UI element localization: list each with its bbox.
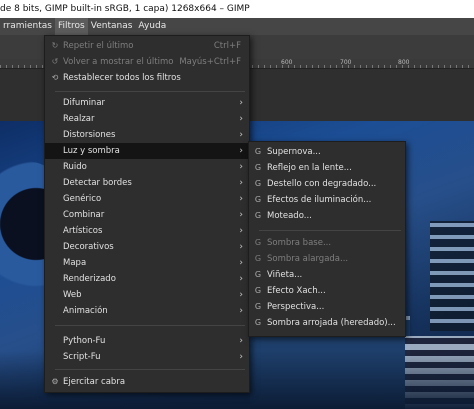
menu-item-sombra-alargada[interactable]: G Sombra alargada... [249,251,405,267]
menu-item-script-fu[interactable]: Script-Fu › [45,349,249,365]
menu-item-efectos-iluminacion[interactable]: G Efectos de iluminación... [249,192,405,208]
menu-item-vineta[interactable]: G Viñeta... [249,267,405,283]
chevron-right-icon: › [239,242,243,252]
menu-ayuda[interactable]: Ayuda [135,18,169,35]
gegl-icon: G [254,270,262,279]
menu-item-animacion[interactable]: Animación › [45,303,249,319]
chevron-right-icon: › [239,226,243,236]
menu-item-ruido[interactable]: Ruido › [45,159,249,175]
reshow-icon: ↺ [51,57,59,66]
gegl-icon: G [254,238,262,247]
chevron-right-icon: › [239,336,243,346]
chevron-right-icon: › [239,130,243,140]
menu-item-artisticos[interactable]: Artísticos › [45,223,249,239]
menu-item-web[interactable]: Web › [45,287,249,303]
menu-herramientas[interactable]: rramientas [0,18,55,35]
filters-menu: ↻ Repetir el último Ctrl+F ↺ Volver a mo… [44,35,250,393]
menu-separator [259,230,401,231]
light-shadow-submenu: G Supernova... G Reflejo en la lente... GD… [248,141,406,337]
menu-item-detectar-bordes[interactable]: Detectar bordes › [45,175,249,191]
chevron-right-icon: › [239,114,243,124]
menu-item-renderizado[interactable]: Renderizado › [45,271,249,287]
chevron-right-icon: › [239,306,243,316]
window-titlebar: de 8 bits, GIMP built-in sRGB, 1 capa) 1… [0,0,474,18]
gegl-icon: G [254,302,262,311]
chevron-right-icon: › [239,194,243,204]
chevron-right-icon: › [239,258,243,268]
menubar: rramientas Filtros Ventanas Ayuda [0,18,474,35]
menu-item-moteado[interactable]: G Moteado... [249,208,405,224]
menu-separator [55,325,245,326]
menu-item-reset-filters[interactable]: ⟲ Restablecer todos los filtros [45,70,249,86]
menu-item-repeat-last[interactable]: ↻ Repetir el último Ctrl+F [45,38,249,54]
film-strip [430,221,474,331]
menu-separator [55,369,245,370]
menu-item-efecto-xach[interactable]: G Efecto Xach... [249,283,405,299]
menu-item-mapa[interactable]: Mapa › [45,255,249,271]
menu-item-reshow-last[interactable]: ↺ Volver a mostrar el último Mayús+Ctrl+… [45,54,249,70]
chevron-right-icon: › [239,210,243,220]
menu-item-difuminar[interactable]: Difuminar › [45,95,249,111]
chevron-right-icon: › [239,146,243,156]
chevron-right-icon: › [239,98,243,108]
gegl-icon: G [254,211,262,220]
gegl-icon: G [254,286,262,295]
menu-item-luz-y-sombra[interactable]: Luz y sombra › [45,143,249,159]
menu-item-python-fu[interactable]: Python-Fu › [45,333,249,349]
ruler-tick: 700 [340,59,352,66]
menu-item-ejercitar-cabra[interactable]: ⚙ Ejercitar cabra [45,374,249,390]
menu-item-supernova[interactable]: G Supernova... [249,144,405,160]
chevron-right-icon: › [239,290,243,300]
menu-item-perspectiva[interactable]: G Perspectiva... [249,299,405,315]
menu-item-decorativos[interactable]: Decorativos › [45,239,249,255]
chevron-right-icon: › [239,162,243,172]
menu-filtros[interactable]: Filtros [55,18,88,35]
chevron-right-icon: › [239,178,243,188]
chevron-right-icon: › [239,352,243,362]
menu-item-generico[interactable]: Genérico › [45,191,249,207]
menu-item-sombra-arrojada[interactable]: G Sombra arrojada (heredado)... [249,315,405,331]
window-title: de 8 bits, GIMP built-in sRGB, 1 capa) 1… [0,4,250,14]
chevron-right-icon: › [239,274,243,284]
menu-separator [55,91,245,92]
menu-item-combinar[interactable]: Combinar › [45,207,249,223]
menu-item-realzar[interactable]: Realzar › [45,111,249,127]
menu-item-sombra-base[interactable]: G Sombra base... [249,235,405,251]
gegl-icon: G [254,318,262,327]
gegl-icon: G [254,254,262,263]
repeat-icon: ↻ [51,41,59,50]
ruler-tick: 600 [281,59,293,66]
gegl-icon: G [254,195,262,204]
gegl-icon: G [254,147,262,156]
menu-item-reflejo-lente[interactable]: G Reflejo en la lente... [249,160,405,176]
gegl-icon: G [254,179,262,188]
goat-icon: ⚙ [51,377,59,386]
menu-item-distorsiones[interactable]: Distorsiones › [45,127,249,143]
menu-ventanas[interactable]: Ventanas [88,18,136,35]
ruler-tick: 800 [398,59,410,66]
reset-icon: ⟲ [51,73,59,82]
gegl-icon: G [254,163,262,172]
menu-item-destello-degradado[interactable]: G Destello con degradado... [249,176,405,192]
